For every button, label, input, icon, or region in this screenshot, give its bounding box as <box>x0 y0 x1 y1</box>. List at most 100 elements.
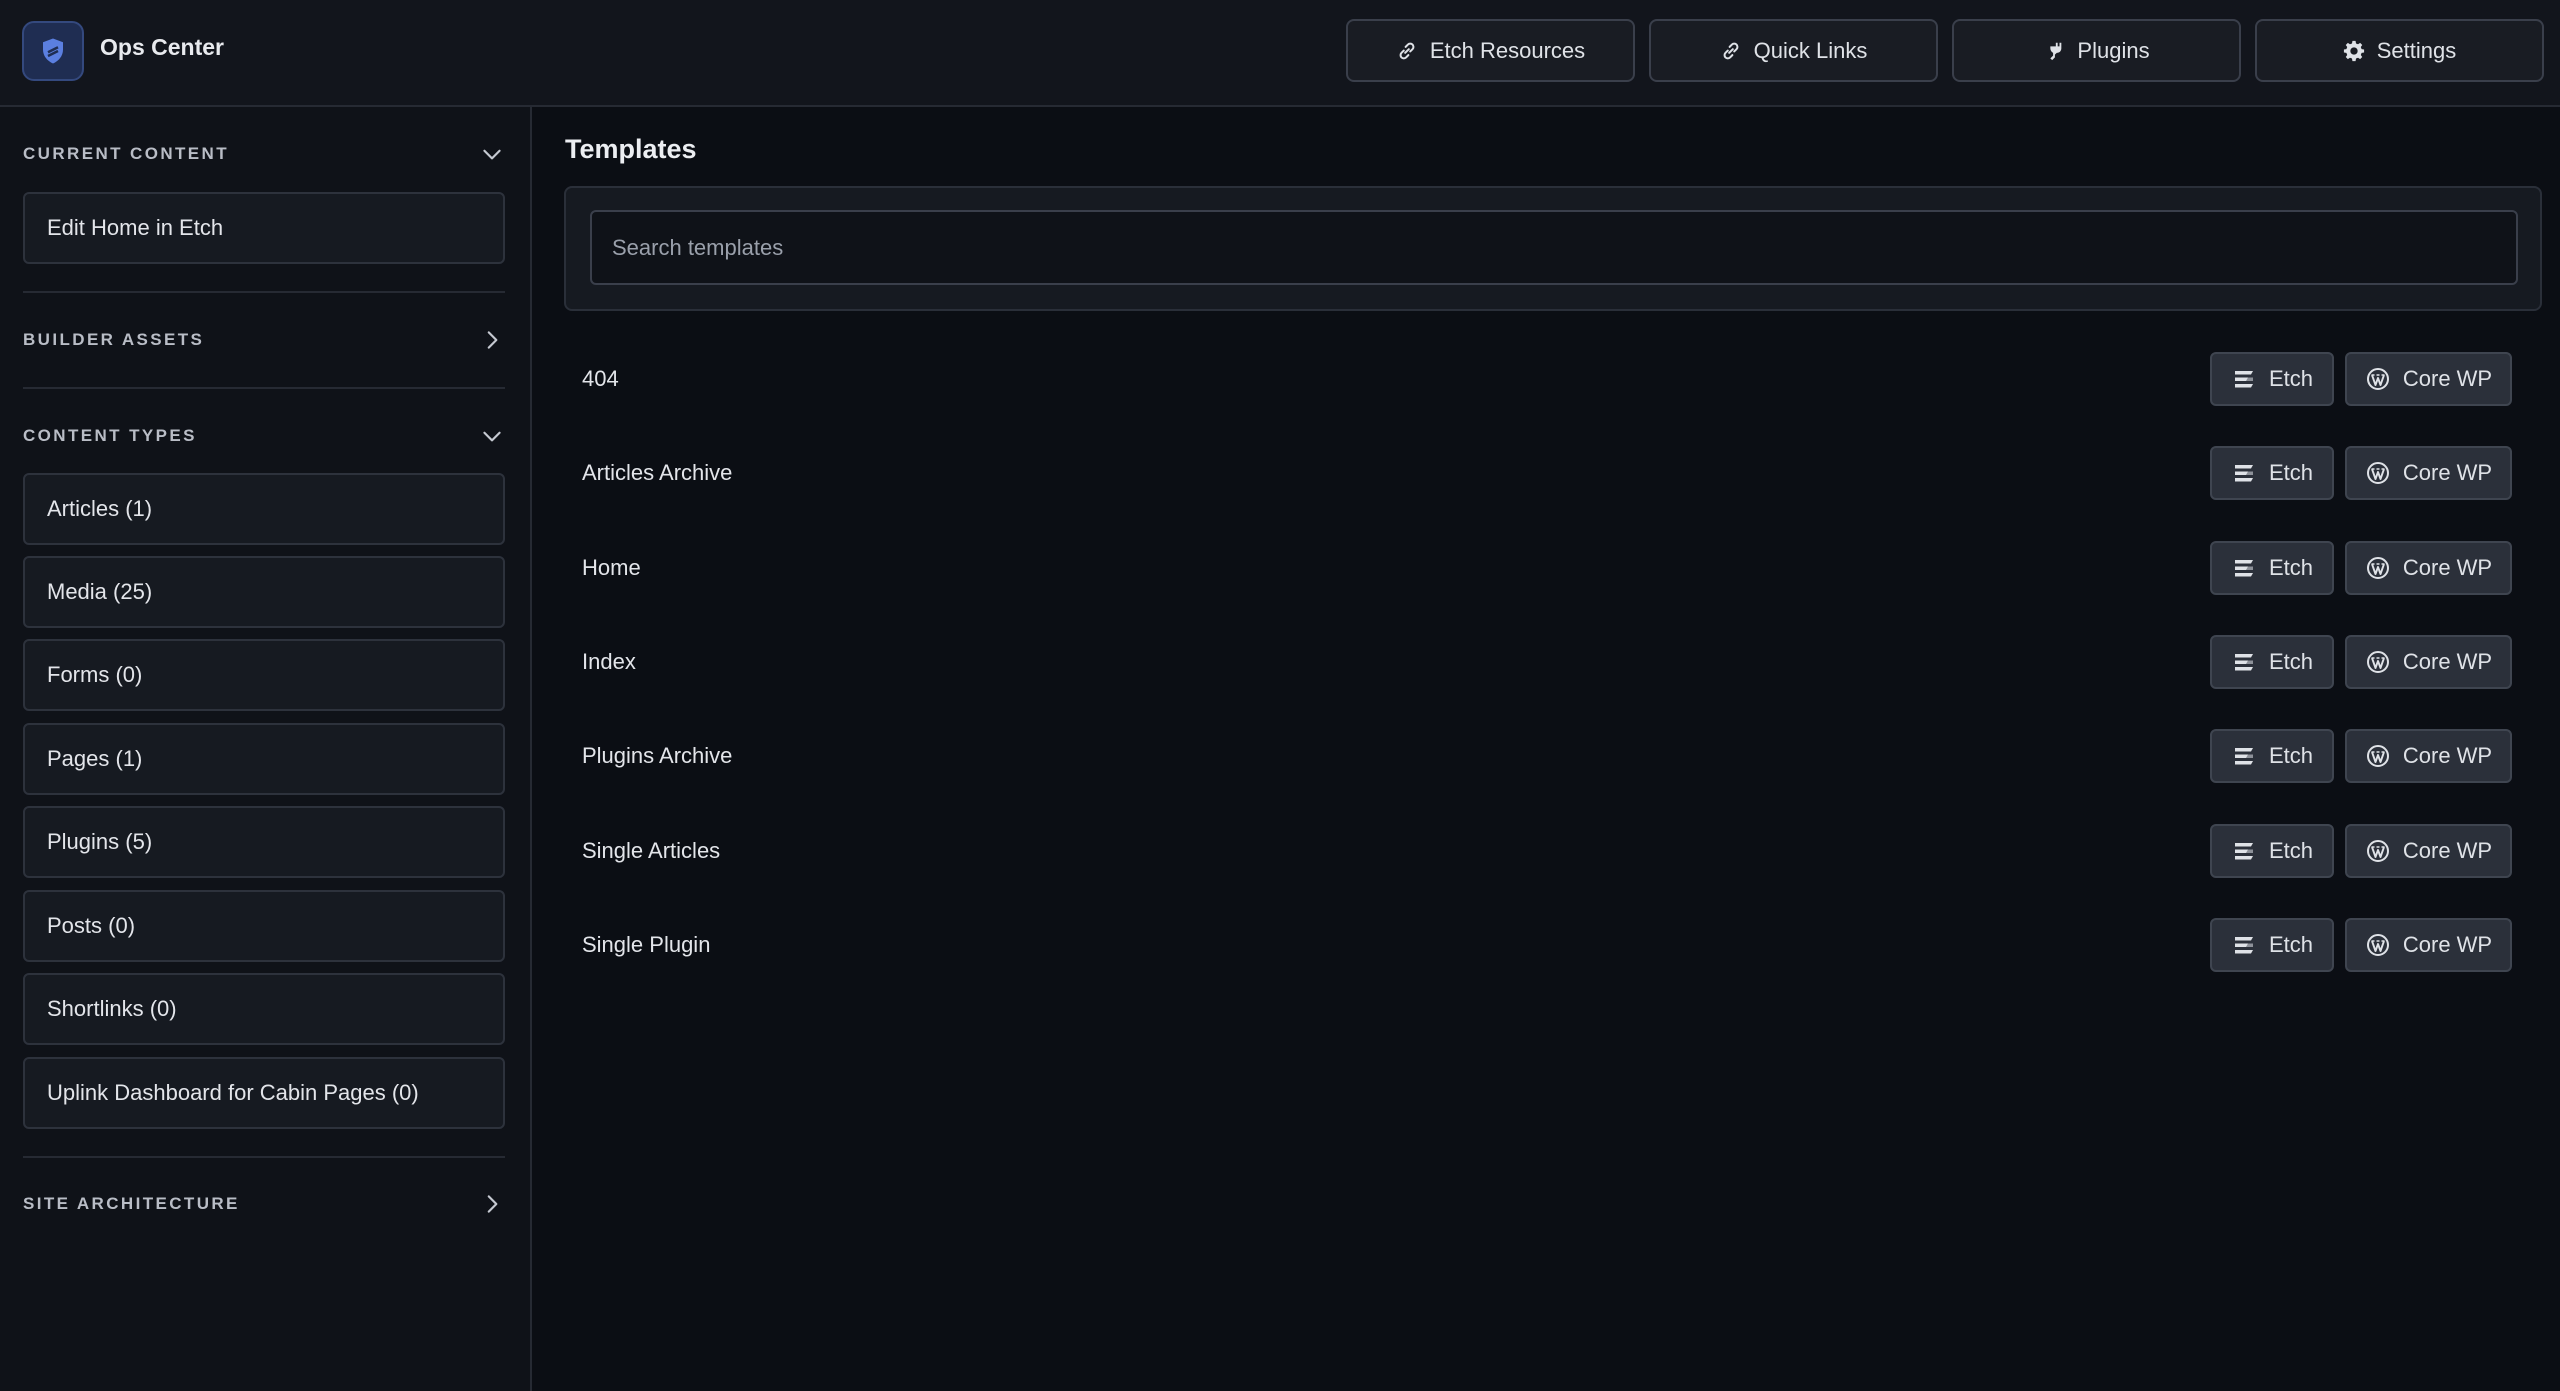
section-builder-assets[interactable]: BUILDER ASSETS <box>23 320 505 360</box>
wordpress-icon <box>2366 745 2389 767</box>
content-type-label: Shortlinks (0) <box>47 996 177 1021</box>
app-title: Ops Center <box>100 34 224 60</box>
wordpress-icon <box>2366 934 2389 956</box>
section-title: SITE ARCHITECTURE <box>23 1194 240 1213</box>
chevron-right-icon <box>487 331 498 349</box>
header-nav: Etch Resources Quick Links Plugins Setti… <box>1346 19 2544 82</box>
content-type-articles[interactable]: Articles (1) <box>23 473 505 545</box>
plugins-button[interactable]: Plugins <box>1952 19 2241 82</box>
edit-home-label: Edit Home in Etch <box>47 215 224 240</box>
open-in-core-wp-button[interactable]: Core WP <box>2345 824 2512 878</box>
section-title: CONTENT TYPES <box>23 426 197 445</box>
edit-home-in-etch-button[interactable]: Edit Home in Etch <box>23 192 505 264</box>
etch-icon <box>2234 465 2253 482</box>
content-type-shortlinks[interactable]: Shortlinks (0) <box>23 973 505 1045</box>
open-in-etch-button[interactable]: Etch <box>2210 541 2334 595</box>
open-in-core-wp-button[interactable]: Core WP <box>2345 729 2512 783</box>
shield-icon <box>43 38 63 64</box>
template-name: Home <box>582 555 641 580</box>
template-row-single-articles: Single Articles Etch Core WP <box>582 824 2512 878</box>
content-type-forms[interactable]: Forms (0) <box>23 639 505 711</box>
chevron-down-icon <box>483 149 501 160</box>
open-in-etch-button[interactable]: Etch <box>2210 918 2334 972</box>
content-type-uplink-dashboard[interactable]: Uplink Dashboard for Cabin Pages (0) <box>23 1057 505 1129</box>
etch-icon <box>2234 937 2253 954</box>
template-row-home: Home Etch Core WP <box>582 541 2512 595</box>
app-window: Ops Center Etch Resources Quick Links Pl… <box>0 0 2560 1391</box>
etch-label: Etch <box>2268 649 2314 674</box>
search-input[interactable] <box>590 210 2518 285</box>
etch-label: Etch <box>2268 366 2314 391</box>
template-actions: Etch Core WP <box>2210 918 2512 972</box>
content-type-label: Media (25) <box>47 579 153 604</box>
open-in-etch-button[interactable]: Etch <box>2210 729 2334 783</box>
template-name: Single Plugin <box>582 932 711 957</box>
open-in-core-wp-button[interactable]: Core WP <box>2345 446 2512 500</box>
template-row-single-plugin: Single Plugin Etch Core WP <box>582 918 2512 972</box>
open-in-core-wp-button[interactable]: Core WP <box>2345 352 2512 406</box>
search-panel <box>564 186 2542 311</box>
page-title: Templates <box>565 134 697 164</box>
template-row-articles-archive: Articles Archive Etch Core WP <box>582 446 2512 500</box>
template-name: Index <box>582 649 636 674</box>
open-in-etch-button[interactable]: Etch <box>2210 446 2334 500</box>
wordpress-icon <box>2366 368 2389 390</box>
etch-icon <box>2234 371 2253 388</box>
wordpress-icon <box>2366 557 2389 579</box>
content-type-label: Pages (1) <box>47 746 143 771</box>
open-in-core-wp-button[interactable]: Core WP <box>2345 918 2512 972</box>
content-type-label: Articles (1) <box>47 496 153 521</box>
template-actions: Etch Core WP <box>2210 352 2512 406</box>
main-content: Templates 404 Etch <box>534 107 2560 1391</box>
settings-button[interactable]: Settings <box>2255 19 2544 82</box>
content-type-plugins[interactable]: Plugins (5) <box>23 806 505 878</box>
content-type-label: Posts (0) <box>47 913 136 938</box>
link-icon <box>1399 42 1415 59</box>
content-type-pages[interactable]: Pages (1) <box>23 723 505 795</box>
open-in-etch-button[interactable]: Etch <box>2210 635 2334 689</box>
section-site-architecture[interactable]: SITE ARCHITECTURE <box>23 1184 505 1224</box>
section-title: BUILDER ASSETS <box>23 330 205 349</box>
content-type-label: Plugins (5) <box>47 829 153 854</box>
etch-resources-label: Etch Resources <box>1429 37 1586 63</box>
wordpress-icon <box>2366 651 2389 673</box>
settings-label: Settings <box>2376 37 2457 63</box>
core-wp-label: Core WP <box>2402 743 2493 768</box>
etch-icon <box>2234 560 2253 577</box>
open-in-core-wp-button[interactable]: Core WP <box>2345 541 2512 595</box>
template-actions: Etch Core WP <box>2210 541 2512 595</box>
section-title: CURRENT CONTENT <box>23 144 229 163</box>
content-type-media[interactable]: Media (25) <box>23 556 505 628</box>
section-current-content[interactable]: CURRENT CONTENT <box>23 134 505 174</box>
core-wp-label: Core WP <box>2402 932 2493 957</box>
sidebar: CURRENT CONTENT Edit Home in Etch BUILDE… <box>0 107 532 1391</box>
quick-links-button[interactable]: Quick Links <box>1649 19 1938 82</box>
section-content-types[interactable]: CONTENT TYPES <box>23 416 505 456</box>
template-row-plugins-archive: Plugins Archive Etch Core WP <box>582 729 2512 783</box>
template-name: Single Articles <box>582 838 721 863</box>
core-wp-label: Core WP <box>2402 649 2493 674</box>
plug-icon <box>2050 42 2062 60</box>
etch-label: Etch <box>2268 743 2314 768</box>
open-in-etch-button[interactable]: Etch <box>2210 352 2334 406</box>
etch-label: Etch <box>2268 932 2314 957</box>
open-in-etch-button[interactable]: Etch <box>2210 824 2334 878</box>
open-in-core-wp-button[interactable]: Core WP <box>2345 635 2512 689</box>
etch-label: Etch <box>2268 460 2314 485</box>
chevron-right-icon <box>487 1195 498 1213</box>
chevron-down-icon <box>483 431 501 442</box>
etch-resources-button[interactable]: Etch Resources <box>1346 19 1635 82</box>
template-actions: Etch Core WP <box>2210 729 2512 783</box>
wordpress-icon <box>2366 462 2389 484</box>
app-logo[interactable] <box>22 21 84 81</box>
etch-icon <box>2234 748 2253 765</box>
link-icon <box>1723 42 1739 59</box>
quick-links-label: Quick Links <box>1753 37 1868 63</box>
divider <box>23 387 505 389</box>
divider <box>23 291 505 293</box>
content-type-posts[interactable]: Posts (0) <box>23 890 505 962</box>
template-row-index: Index Etch Core WP <box>582 635 2512 689</box>
core-wp-label: Core WP <box>2402 838 2493 863</box>
plugins-label: Plugins <box>2077 37 2150 63</box>
template-actions: Etch Core WP <box>2210 446 2512 500</box>
